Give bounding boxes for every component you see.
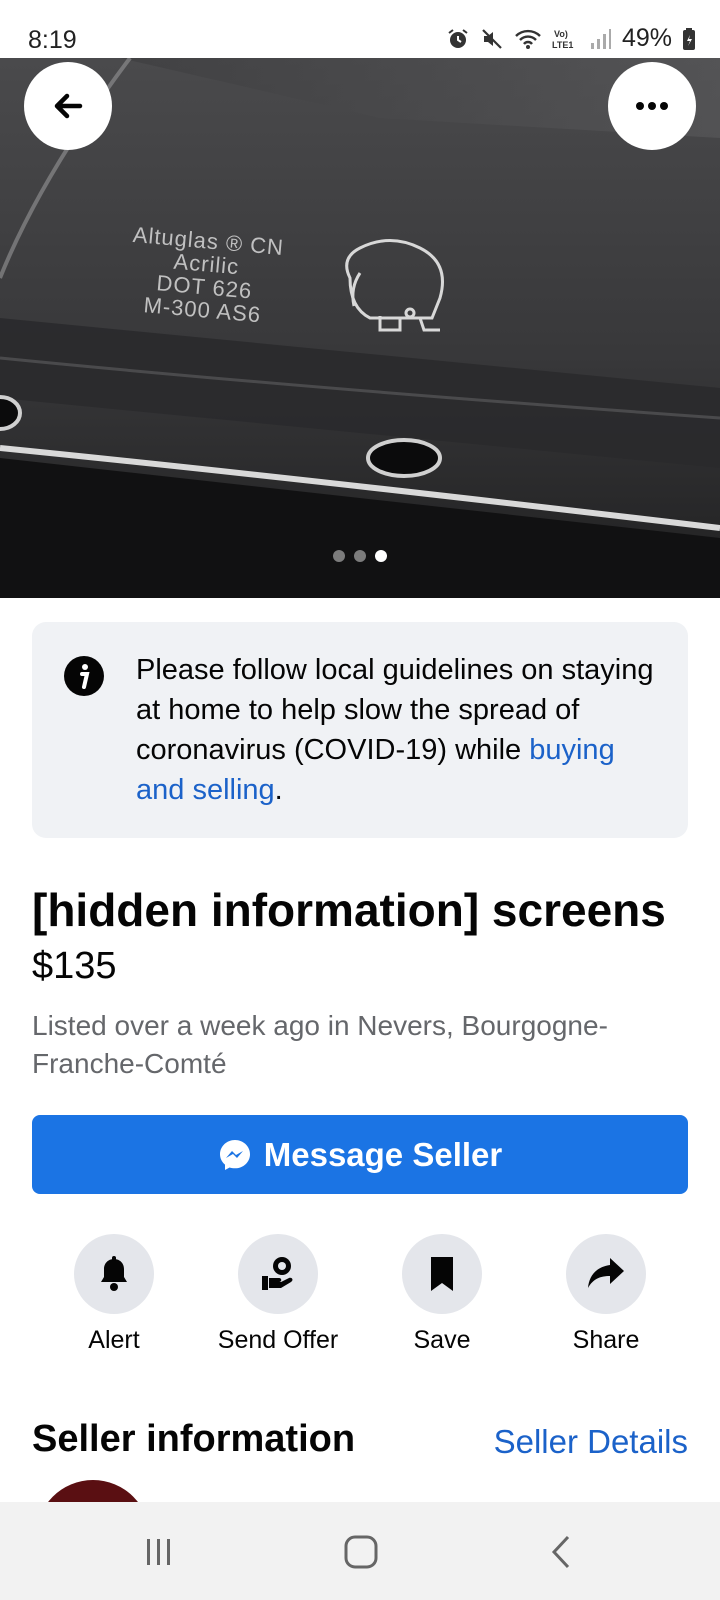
photo-engraving: Altuglas ® CN Acrilic DOT 626 M-300 AS6 bbox=[131, 222, 285, 328]
message-seller-button[interactable]: Message Seller bbox=[32, 1115, 688, 1194]
pagination-dot[interactable] bbox=[333, 550, 345, 562]
bookmark-icon bbox=[431, 1257, 453, 1291]
notice-text: Please follow local guidelines on stayin… bbox=[136, 650, 656, 810]
save-button[interactable]: Save bbox=[360, 1234, 524, 1355]
photo-pagination bbox=[0, 550, 720, 562]
back-icon bbox=[551, 1535, 570, 1569]
more-horizontal-icon bbox=[636, 102, 668, 110]
covid-notice: Please follow local guidelines on stayin… bbox=[32, 622, 688, 838]
alarm-icon bbox=[448, 28, 468, 48]
send-offer-button[interactable]: Send Offer bbox=[196, 1234, 360, 1355]
listing-actions: Alert Send Offer Save Share bbox=[32, 1234, 688, 1355]
notice-text-end: . bbox=[274, 774, 283, 806]
alert-label: Alert bbox=[88, 1326, 140, 1354]
share-circle[interactable] bbox=[566, 1234, 646, 1314]
send-offer-circle[interactable] bbox=[238, 1234, 318, 1314]
recents-button[interactable] bbox=[134, 1532, 184, 1572]
alert-button[interactable]: Alert bbox=[32, 1234, 196, 1355]
save-label: Save bbox=[413, 1326, 471, 1354]
arrow-left-icon bbox=[54, 93, 83, 119]
recents-icon bbox=[147, 1539, 170, 1565]
system-nav-bar bbox=[0, 1502, 720, 1600]
svg-text:Vo): Vo) bbox=[554, 29, 568, 39]
listing-meta: Listed over a week ago in Nevers, Bourgo… bbox=[32, 1010, 608, 1079]
seller-details-link[interactable]: Seller Details bbox=[494, 1423, 688, 1461]
offer-icon bbox=[262, 1257, 293, 1290]
lte-icon: Vo) LTE1 bbox=[552, 29, 573, 50]
more-options-button[interactable] bbox=[608, 62, 696, 150]
pagination-dot-active[interactable] bbox=[375, 550, 387, 562]
battery-icon bbox=[683, 27, 695, 50]
signal-icon bbox=[590, 28, 611, 49]
photo-visor bbox=[0, 58, 720, 598]
bell-icon bbox=[101, 1256, 127, 1291]
message-seller-label: Message Seller bbox=[263, 1135, 503, 1173]
listing-title: [hidden information] screens bbox=[32, 884, 666, 936]
info-icon bbox=[64, 656, 104, 696]
back-button[interactable] bbox=[24, 62, 112, 150]
alert-circle[interactable] bbox=[74, 1234, 154, 1314]
send-offer-label: Send Offer bbox=[217, 1326, 339, 1354]
status-icons: Vo) LTE1 49% bbox=[446, 24, 696, 53]
listing-price: $135 bbox=[32, 945, 117, 987]
home-button[interactable] bbox=[336, 1532, 386, 1572]
seller-information-heading: Seller information bbox=[32, 1418, 356, 1460]
listing-photo[interactable]: Altuglas ® CN Acrilic DOT 626 M-300 AS6 bbox=[0, 58, 720, 598]
system-back-button[interactable] bbox=[536, 1532, 586, 1572]
share-label: Share bbox=[572, 1326, 640, 1354]
wifi-icon bbox=[515, 29, 541, 49]
home-icon bbox=[344, 1535, 378, 1569]
status-bar: 8:19 Vo) LTE1 49% bbox=[0, 0, 720, 58]
mute-icon bbox=[482, 28, 502, 49]
save-circle[interactable] bbox=[402, 1234, 482, 1314]
status-time: 8:19 bbox=[28, 26, 77, 54]
svg-text:LTE1: LTE1 bbox=[552, 40, 573, 50]
messenger-icon bbox=[219, 1139, 250, 1170]
share-button[interactable]: Share bbox=[524, 1234, 688, 1355]
battery-percent: 49% bbox=[621, 24, 672, 52]
pagination-dot[interactable] bbox=[354, 550, 366, 562]
share-icon bbox=[588, 1258, 624, 1288]
